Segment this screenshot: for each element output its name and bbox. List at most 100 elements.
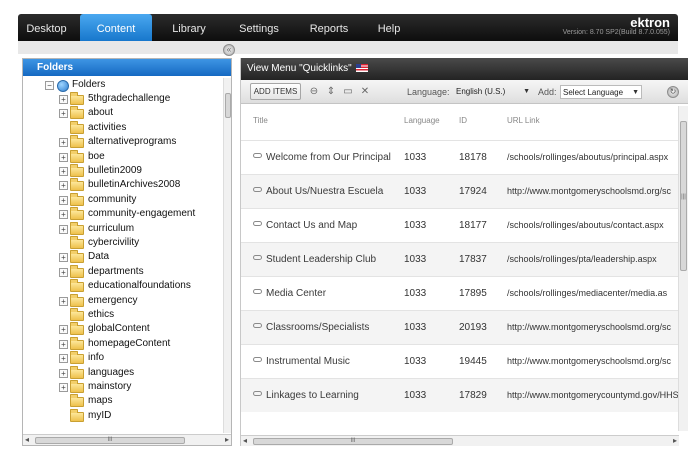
scrollbar-thumb[interactable]: III (253, 438, 453, 445)
scroll-left-icon[interactable]: ◂ (243, 436, 247, 446)
cell-title[interactable]: Instrumental Music (253, 356, 350, 367)
folder-label: alternativeprograms (88, 136, 177, 148)
refresh-icon[interactable]: ↻ (667, 86, 679, 98)
collapse-icon[interactable]: « (223, 44, 235, 56)
cell-id: 17895 (459, 288, 487, 299)
cell-language: 1033 (404, 356, 427, 367)
expand-toggle-icon[interactable]: + (59, 267, 68, 277)
expand-toggle-icon[interactable]: + (59, 325, 68, 335)
folder-item[interactable]: + bulletinArchives2008 (23, 178, 219, 192)
folder-label: about (88, 107, 114, 119)
table-row[interactable]: Classrooms/Specialists 1033 20193 http://ww… (241, 310, 679, 344)
remove-icon[interactable]: ✕ (359, 86, 371, 98)
folder-label: educationalfoundations (88, 280, 191, 292)
menu-vertical-scrollbar[interactable]: ||| (678, 106, 688, 431)
folder-item[interactable]: + languages (23, 365, 219, 380)
scroll-right-icon[interactable]: ▸ (225, 435, 229, 445)
expand-toggle-icon[interactable]: + (59, 167, 68, 176)
folder-item[interactable]: + info (23, 351, 219, 365)
folder-item[interactable]: +5thgradechallenge (23, 92, 219, 106)
expand-toggle-icon[interactable]: + (59, 138, 68, 148)
folder-icon (70, 336, 84, 350)
row-title-text: Instrumental Music (266, 356, 350, 367)
folder-item[interactable]: ethics (23, 308, 219, 322)
cell-title[interactable]: Welcome from Our Principal (253, 152, 391, 163)
folder-item[interactable]: cybercivility (23, 236, 219, 250)
expand-toggle-icon[interactable]: + (59, 296, 68, 306)
scrollbar-thumb[interactable] (225, 93, 231, 118)
add-items-button[interactable]: ADD ITEMS (250, 83, 301, 100)
add-language-select[interactable]: Select Language ▼ (560, 85, 642, 99)
tab-settings[interactable]: Settings (228, 14, 290, 41)
menu-toolbar: ADD ITEMS ⊖ ⇕ ▭ ✕ Language: English (U.S… (241, 80, 688, 104)
table-row[interactable]: About Us/Nuestra Escuela 1033 17924 http://… (241, 174, 679, 208)
cell-title[interactable]: Linkages to Learning (253, 390, 359, 401)
expand-toggle-icon[interactable]: + (59, 253, 68, 263)
tab-help[interactable]: Help (368, 14, 410, 41)
folder-label: bulletinArchives2008 (88, 179, 181, 191)
expand-toggle-icon[interactable]: + (59, 95, 68, 104)
folder-item[interactable]: + alternativeprograms (23, 135, 219, 149)
folder-item[interactable]: activities (23, 120, 219, 135)
folder-item[interactable]: + globalContent (23, 322, 219, 336)
cell-title[interactable]: About Us/Nuestra Escuela (253, 186, 383, 197)
expand-toggle-icon[interactable]: + (59, 109, 68, 119)
menu-horizontal-scrollbar[interactable]: ◂ III ▸ (241, 435, 679, 446)
folder-icon (70, 120, 84, 134)
collapse-toggle-icon[interactable]: − (45, 81, 54, 90)
folder-item[interactable]: + bulletin2009 (23, 164, 219, 178)
table-row[interactable]: Linkages to Learning 1033 17829 http://www.… (241, 378, 679, 412)
cell-url: http://www.montgomerycountymd.gov/HHS (507, 390, 679, 400)
link-icon (253, 255, 262, 260)
tab-library[interactable]: Library (158, 14, 220, 41)
language-select[interactable]: English (U.S.) ▼ (454, 85, 532, 99)
folder-item[interactable]: + curriculum (23, 221, 219, 236)
cell-title[interactable]: Contact Us and Map (253, 220, 357, 231)
view-icon[interactable]: ▭ (342, 86, 354, 98)
folders-horizontal-scrollbar[interactable]: ◂ III ▸ (23, 434, 231, 445)
folder-item[interactable]: maps (23, 394, 219, 408)
folder-item[interactable]: educationalfoundations (23, 279, 219, 293)
expand-toggle-icon[interactable]: + (59, 368, 68, 378)
table-row[interactable]: Contact Us and Map 1033 18177/schools/roll… (241, 208, 679, 242)
scroll-right-icon[interactable]: ▸ (673, 436, 677, 446)
expand-toggle-icon[interactable]: + (59, 354, 68, 364)
table-row[interactable]: Instrumental Music 1033 19445 http://www.mo… (241, 344, 679, 378)
folder-item[interactable]: myID (23, 408, 219, 423)
tab-desktop[interactable]: Desktop (18, 14, 75, 41)
table-row[interactable]: Student Leadership Club 1033 17837/schools… (241, 242, 679, 276)
cell-title[interactable]: Student Leadership Club (253, 254, 376, 265)
expand-toggle-icon[interactable]: + (59, 339, 68, 349)
expand-toggle-icon[interactable]: + (59, 224, 68, 234)
scrollbar-thumb[interactable]: III (35, 437, 185, 444)
folder-item[interactable]: + Data (23, 250, 219, 264)
delete-icon[interactable]: ⊖ (308, 86, 320, 98)
folder-item[interactable]: + departments (23, 264, 219, 279)
folder-item[interactable]: + community (23, 192, 219, 207)
folder-item[interactable]: + boe (23, 149, 219, 164)
table-row[interactable]: Media Center 1033 17895/schools/rollinges/… (241, 276, 679, 310)
folder-item[interactable]: + about (23, 106, 219, 120)
expand-toggle-icon[interactable]: + (59, 152, 68, 162)
expand-toggle-icon[interactable]: + (59, 195, 68, 205)
expand-toggle-icon[interactable]: + (59, 181, 68, 191)
cell-title[interactable]: Media Center (253, 288, 326, 299)
folder-item[interactable]: + homepageContent (23, 336, 219, 351)
expand-toggle-icon[interactable]: + (59, 210, 68, 220)
cell-id: 17924 (459, 186, 487, 197)
scrollbar-thumb[interactable]: ||| (680, 121, 687, 271)
expand-toggle-icon[interactable]: + (59, 383, 68, 392)
cell-language: 1033 (404, 288, 427, 299)
row-title-text: Student Leadership Club (266, 254, 377, 265)
tab-content[interactable]: Content (80, 14, 152, 41)
folder-item[interactable]: + emergency (23, 293, 219, 308)
scroll-left-icon[interactable]: ◂ (25, 435, 29, 445)
tab-reports[interactable]: Reports (298, 14, 360, 41)
cell-title[interactable]: Classrooms/Specialists (253, 322, 369, 333)
folders-vertical-scrollbar[interactable] (223, 78, 231, 433)
folder-item[interactable]: + community-engagement (23, 207, 219, 221)
tree-root[interactable]: − Folders (23, 78, 213, 92)
table-row[interactable]: Welcome from Our Principal 1033 18178/scho… (241, 140, 679, 174)
sort-icon[interactable]: ⇕ (325, 86, 337, 98)
folder-item[interactable]: + mainstory (23, 380, 219, 394)
